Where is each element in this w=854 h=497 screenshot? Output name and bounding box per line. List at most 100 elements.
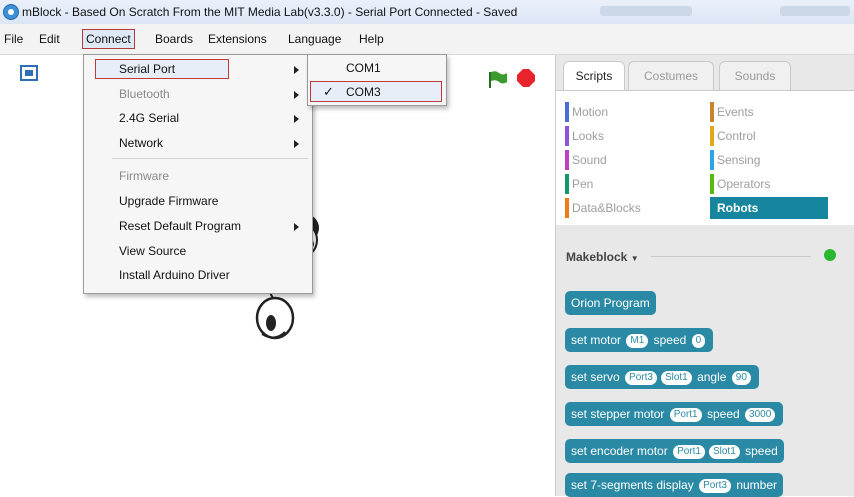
- background-window-tab[interactable]: [600, 6, 692, 16]
- block-text: Orion Program: [571, 296, 650, 310]
- submenu-arrow-icon: [294, 223, 299, 231]
- tab-scripts[interactable]: Scripts: [563, 61, 625, 91]
- menu-bar: File Edit Connect Boards Extensions Lang…: [0, 24, 854, 55]
- block-text: speed: [706, 407, 740, 421]
- mblock-app-icon: [3, 4, 19, 20]
- category-color-bar: [565, 198, 569, 218]
- speed-input[interactable]: 3000: [745, 407, 776, 422]
- slot-dropdown[interactable]: Slot1: [708, 444, 740, 459]
- category-label: Operators: [717, 177, 771, 191]
- category-color-bar: [710, 126, 714, 146]
- palette-panel: Scripts Costumes Sounds Motion Looks Sou…: [555, 55, 854, 497]
- menu-item-reset-default-program[interactable]: Reset Default Program: [119, 219, 241, 233]
- category-label: Robots: [717, 201, 759, 215]
- menu-item-network[interactable]: Network: [119, 136, 163, 150]
- menu-boards[interactable]: Boards: [155, 32, 193, 46]
- window-title: mBlock - Based On Scratch From the MIT M…: [22, 5, 518, 19]
- block-set-stepper-motor[interactable]: set stepper motor Port1 speed 3000: [565, 402, 784, 426]
- category-operators[interactable]: Operators: [710, 173, 828, 195]
- block-text: speed: [745, 444, 778, 458]
- category-label: Sound: [572, 153, 607, 167]
- category-motion[interactable]: Motion: [565, 101, 683, 123]
- category-label: Motion: [572, 105, 609, 119]
- submenu-arrow-icon: [294, 66, 299, 74]
- submenu-arrow-icon: [294, 115, 299, 123]
- block-set-motor[interactable]: set motor M1 speed 0: [565, 328, 714, 352]
- category-color-bar: [565, 150, 569, 170]
- port-dropdown[interactable]: Port1: [669, 407, 702, 422]
- serial-port-submenu: COM1 ✓ COM3: [307, 54, 447, 106]
- menu-item-upgrade-firmware[interactable]: Upgrade Firmware: [119, 194, 218, 208]
- category-events[interactable]: Events: [710, 101, 828, 123]
- category-color-bar: [565, 174, 569, 194]
- angle-input[interactable]: 90: [731, 370, 751, 385]
- category-robots[interactable]: Robots: [710, 197, 828, 219]
- category-pen[interactable]: Pen: [565, 173, 683, 195]
- menu-item-firmware[interactable]: Firmware: [119, 169, 169, 183]
- category-looks[interactable]: Looks: [565, 125, 683, 147]
- green-flag-icon[interactable]: [487, 70, 509, 90]
- category-color-bar: [565, 126, 569, 146]
- block-text: set 7-segments display: [571, 478, 694, 492]
- block-text: angle: [697, 370, 727, 384]
- category-label: Looks: [572, 129, 605, 143]
- menu-help[interactable]: Help: [359, 32, 384, 46]
- category-label: Control: [717, 129, 756, 143]
- block-text: set servo: [571, 370, 620, 384]
- menu-separator: [112, 158, 308, 159]
- menu-item-2-4g-serial[interactable]: 2.4G Serial: [119, 111, 179, 125]
- menu-item-com1[interactable]: COM1: [346, 61, 381, 75]
- menu-language[interactable]: Language: [288, 32, 341, 46]
- divider: [651, 256, 811, 257]
- menu-item-com3[interactable]: COM3: [346, 85, 381, 99]
- submenu-arrow-icon: [294, 91, 299, 99]
- category-color-bar: [710, 198, 714, 218]
- category-control[interactable]: Control: [710, 125, 828, 147]
- block-set-encoder-motor[interactable]: set encoder motor Port1 Slot1 speed: [565, 439, 784, 463]
- category-color-bar: [710, 150, 714, 170]
- block-set-servo[interactable]: set servo Port3 Slot1 angle 90: [565, 365, 759, 389]
- background-window-tab[interactable]: [780, 6, 850, 16]
- dropdown-arrow-icon: ▼: [630, 254, 639, 263]
- menu-edit[interactable]: Edit: [39, 32, 60, 46]
- speed-input[interactable]: 0: [691, 333, 706, 348]
- menu-connect[interactable]: Connect: [82, 29, 135, 49]
- stop-icon[interactable]: [517, 69, 535, 87]
- connection-status-led: [824, 249, 836, 261]
- tab-costumes[interactable]: Costumes: [628, 61, 714, 90]
- slot-dropdown[interactable]: Slot1: [660, 370, 692, 385]
- category-color-bar: [710, 102, 714, 122]
- menu-item-bluetooth[interactable]: Bluetooth: [119, 87, 170, 101]
- title-bar: mBlock - Based On Scratch From the MIT M…: [0, 0, 854, 24]
- port-dropdown[interactable]: Port3: [625, 370, 657, 385]
- menu-extensions[interactable]: Extensions: [208, 32, 267, 46]
- category-sound[interactable]: Sound: [565, 149, 683, 171]
- block-text: set motor: [571, 333, 622, 347]
- motor-dropdown[interactable]: M1: [626, 333, 649, 348]
- blocks-palette: Makeblock ▼ Orion Program set motor M1 s…: [556, 225, 854, 497]
- category-color-bar: [565, 102, 569, 122]
- block-text: set encoder motor: [571, 444, 668, 458]
- submenu-arrow-icon: [294, 140, 299, 148]
- block-orion-program[interactable]: Orion Program: [565, 291, 656, 315]
- tab-sounds[interactable]: Sounds: [719, 61, 791, 90]
- extension-name: Makeblock: [566, 250, 628, 264]
- block-text: speed: [653, 333, 687, 347]
- extension-dropdown[interactable]: Makeblock ▼: [566, 250, 639, 264]
- category-label: Events: [717, 105, 754, 119]
- port-dropdown[interactable]: Port1: [673, 444, 705, 459]
- menu-file[interactable]: File: [4, 32, 23, 46]
- menu-item-serial-port[interactable]: Serial Port: [119, 62, 175, 76]
- category-sensing[interactable]: Sensing: [710, 149, 828, 171]
- checkmark-icon: ✓: [323, 84, 334, 99]
- category-label: Sensing: [717, 153, 761, 167]
- block-set-7-segments-display[interactable]: set 7-segments display Port3 number: [565, 473, 784, 497]
- block-text: set stepper motor: [571, 407, 665, 421]
- menu-item-install-arduino-driver[interactable]: Install Arduino Driver: [119, 268, 230, 282]
- port-dropdown[interactable]: Port3: [699, 478, 731, 493]
- menu-item-view-source[interactable]: View Source: [119, 244, 186, 258]
- connect-dropdown-menu: Serial Port Bluetooth 2.4G Serial Networ…: [83, 54, 313, 294]
- category-label: Data&Blocks: [572, 201, 641, 215]
- fullscreen-icon[interactable]: [20, 65, 38, 81]
- category-data-blocks[interactable]: Data&Blocks: [565, 197, 683, 219]
